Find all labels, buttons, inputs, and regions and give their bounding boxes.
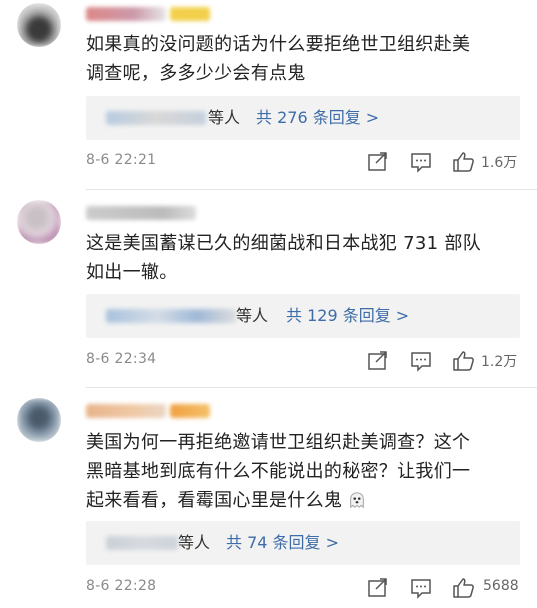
comment-meta: 8-6 22:21 1.6万 (86, 150, 526, 174)
reply-users-suffix: 等人 (178, 533, 211, 552)
username-blurred[interactable] (86, 404, 166, 418)
user-badge-blurred (170, 7, 210, 21)
comment-time: 8-6 22:21 (86, 152, 157, 168)
like-count: 1.6万 (481, 155, 518, 171)
divider (86, 189, 537, 190)
comment-icon[interactable] (409, 150, 433, 174)
comment-icon[interactable] (409, 349, 433, 373)
avatar[interactable] (17, 3, 61, 47)
like-icon[interactable] (452, 349, 476, 373)
share-icon[interactable] (366, 349, 390, 373)
reply-count-link[interactable]: 共 129 条回复 > (286, 306, 409, 326)
reply-users-blurred (106, 536, 178, 550)
like-icon[interactable] (452, 576, 476, 600)
reply-summary[interactable]: 等人 共 276 条回复 > (86, 96, 520, 140)
reply-users-blurred (106, 309, 236, 323)
reply-summary[interactable]: 等人 共 74 条回复 > (86, 521, 520, 565)
reply-users-blurred (106, 111, 206, 125)
like-icon[interactable] (452, 150, 476, 174)
divider (86, 387, 537, 388)
comment-text: 这是美国蓄谋已久的细菌战和日本战犯 731 部队 如出一辙。 (86, 233, 481, 283)
like-count: 5688 (483, 578, 519, 594)
comment-time: 8-6 22:34 (86, 351, 157, 367)
ghost-emoji-icon (348, 489, 366, 509)
comment-text: 美国为何一再拒绝邀请世卫组织赴美调查？这个 黑暗基地到底有什么不能说出的秘密？让… (86, 432, 471, 511)
reply-summary[interactable]: 等人 共 129 条回复 > (86, 294, 520, 338)
username-blurred[interactable] (86, 7, 166, 21)
reply-count-link[interactable]: 共 276 条回复 > (256, 108, 379, 128)
share-icon[interactable] (366, 150, 390, 174)
reply-users-suffix: 等人 (236, 306, 269, 325)
comment-icon[interactable] (409, 576, 433, 600)
avatar[interactable] (17, 398, 61, 442)
comment-time: 8-6 22:28 (86, 578, 157, 594)
comment-text: 如果真的没问题的话为什么要拒绝世卫组织赴美 调查呢，多多少少会有点鬼 (86, 34, 471, 84)
reply-users-suffix: 等人 (208, 108, 241, 127)
like-count: 1.2万 (481, 354, 518, 370)
username-blurred[interactable] (86, 206, 196, 220)
user-badge-blurred (170, 404, 210, 418)
avatar[interactable] (17, 200, 61, 244)
comment-meta: 8-6 22:34 1.2万 (86, 349, 526, 373)
comment-meta: 8-6 22:28 5688 (86, 576, 526, 600)
share-icon[interactable] (366, 576, 390, 600)
reply-count-link[interactable]: 共 74 条回复 > (226, 533, 339, 553)
